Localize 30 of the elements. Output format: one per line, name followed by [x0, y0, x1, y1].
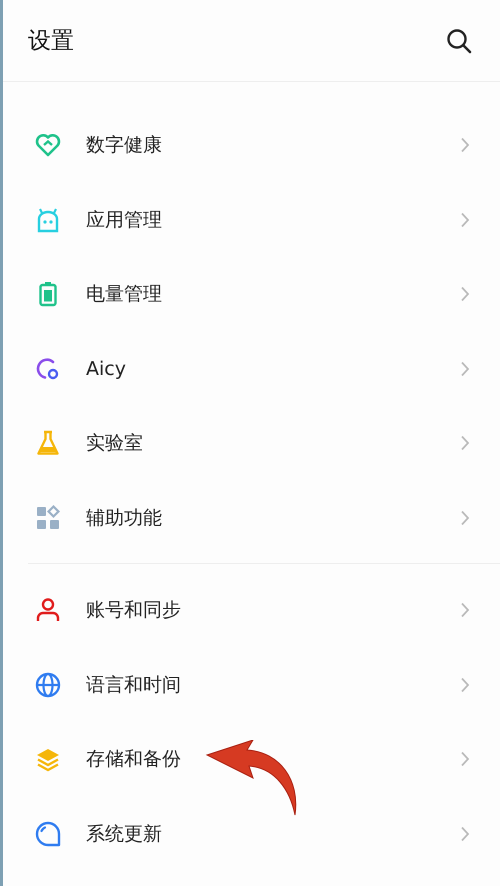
grid-icon	[35, 504, 61, 531]
settings-item[interactable]: 账号和同步	[3, 573, 500, 648]
page-title: 设置	[28, 27, 74, 56]
settings-item[interactable]: 系统更新	[3, 796, 500, 871]
aicy-icon	[35, 356, 61, 382]
settings-item[interactable]: 辅助功能	[3, 480, 500, 555]
chevron-right-icon	[460, 212, 470, 228]
settings-item[interactable]: Aicy	[3, 332, 500, 406]
chevron-right-icon	[460, 826, 470, 842]
chevron-right-icon	[460, 510, 470, 526]
settings-item[interactable]: 实验室	[3, 406, 500, 480]
chevron-right-icon	[460, 751, 470, 768]
chevron-right-icon	[460, 602, 470, 618]
settings-item[interactable]: 应用管理	[3, 182, 500, 257]
globe-icon	[35, 672, 61, 698]
robot-icon	[35, 206, 61, 233]
layers-icon	[35, 746, 61, 772]
chevron-right-icon	[460, 435, 470, 452]
settings-item[interactable]: 电量管理	[3, 257, 500, 332]
chevron-right-icon	[460, 286, 470, 302]
search-icon[interactable]	[446, 28, 472, 54]
flask-icon	[35, 430, 61, 456]
heart-icon	[35, 132, 61, 158]
chevron-right-icon	[460, 676, 470, 693]
settings-item[interactable]: 语言和时间	[3, 648, 500, 722]
settings-item[interactable]: 存储和备份	[3, 722, 500, 796]
chevron-right-icon	[460, 360, 470, 377]
person-icon	[35, 597, 61, 624]
settings-item[interactable]: 数字健康	[3, 108, 500, 182]
chevron-right-icon	[460, 137, 470, 154]
